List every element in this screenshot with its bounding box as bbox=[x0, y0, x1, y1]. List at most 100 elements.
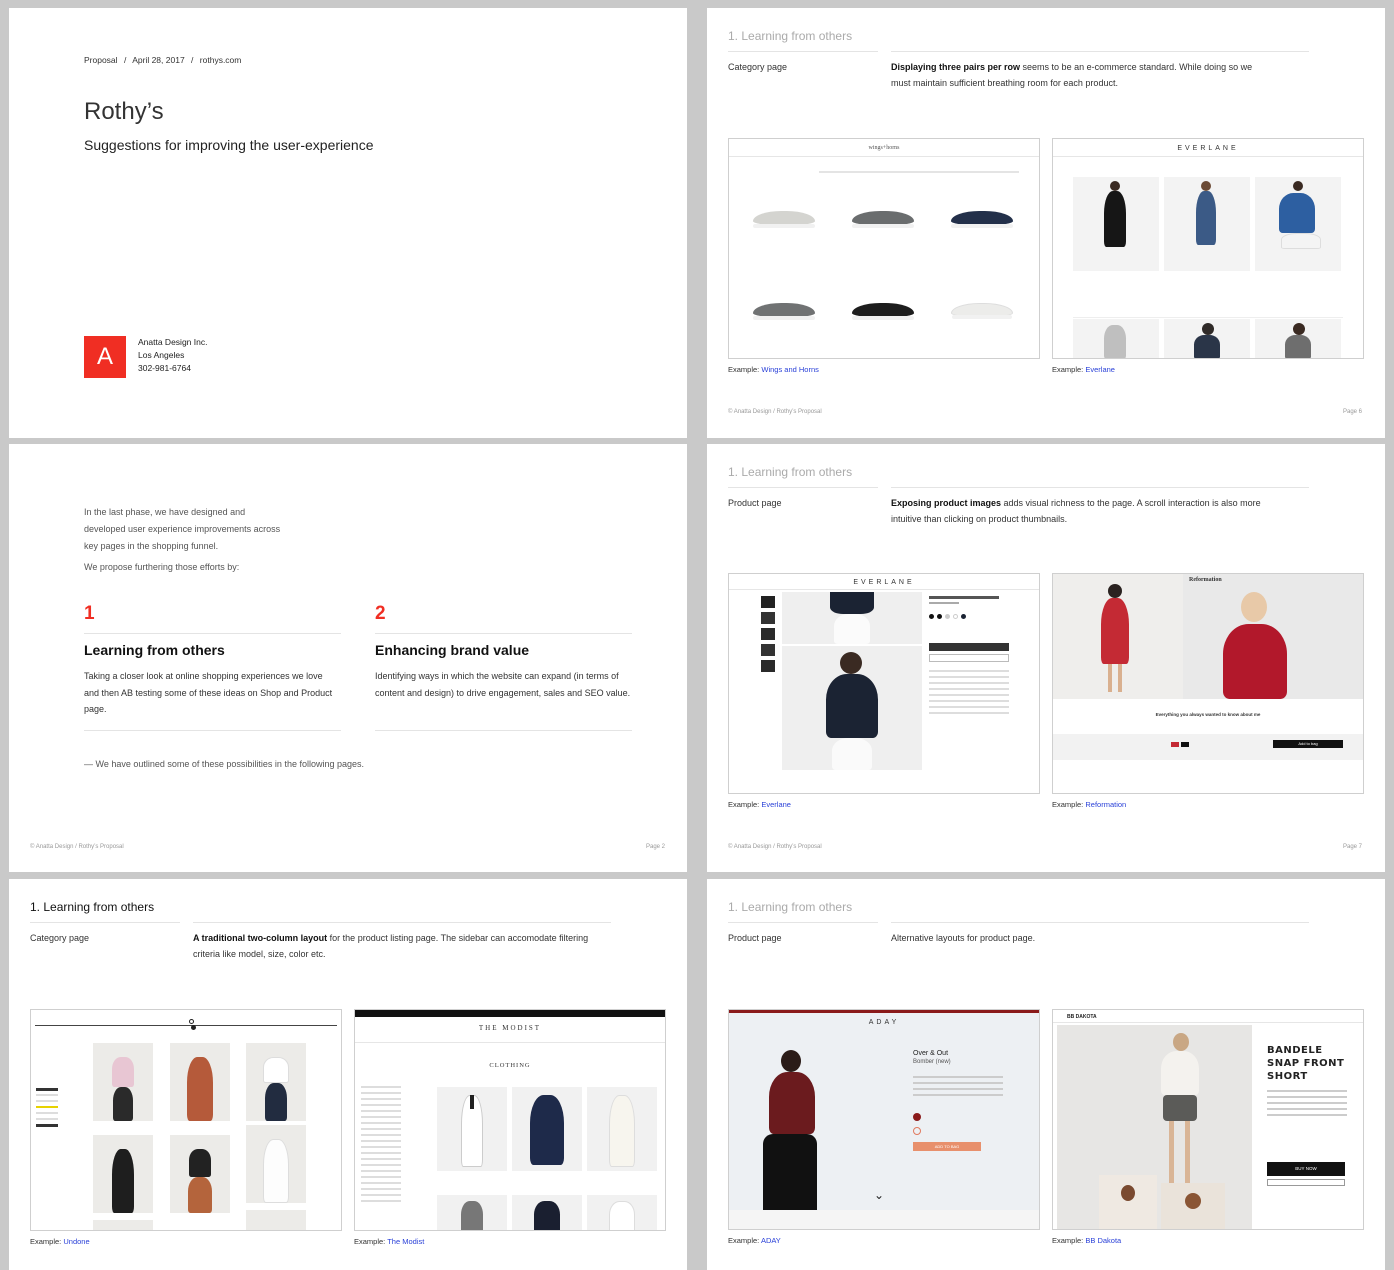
section-title: 1. Learning from others bbox=[728, 465, 853, 479]
company-phone: 302-981-6764 bbox=[138, 363, 191, 373]
page-number: Page 2 bbox=[646, 844, 666, 850]
example-link-undone[interactable]: Undone bbox=[63, 1237, 89, 1246]
company-name: Anatta Design Inc. bbox=[138, 337, 208, 347]
breadcrumb-site[interactable]: rothys.com bbox=[200, 55, 242, 65]
page-footer: © Anatta Design / Rothy’s Proposal bbox=[30, 844, 124, 850]
section-label: Category page bbox=[728, 62, 788, 72]
example-link-everlane[interactable]: Everlane bbox=[1085, 365, 1115, 374]
anatta-logo: A bbox=[84, 336, 126, 378]
item-title: Enhancing brand value bbox=[375, 642, 530, 658]
bb-dakota-logo: BB DAKOTA bbox=[1067, 1014, 1097, 1020]
product-photo bbox=[437, 1195, 507, 1230]
page-footer: © Anatta Design / Rothy’s Proposal bbox=[728, 409, 822, 415]
product-photo bbox=[1073, 319, 1159, 358]
breadcrumb-separator: / bbox=[123, 55, 127, 65]
divider bbox=[728, 51, 878, 52]
caption-prefix: Example: bbox=[728, 800, 762, 809]
example-link-modist[interactable]: The Modist bbox=[387, 1237, 424, 1246]
product-alternative-page: 1. Learning from others Product page Alt… bbox=[707, 879, 1385, 1270]
caption-prefix: Example: bbox=[728, 365, 762, 374]
promo-bar bbox=[355, 1010, 665, 1017]
item-body: Taking a closer look at online shopping … bbox=[84, 671, 333, 714]
product-photo bbox=[93, 1135, 153, 1213]
divider bbox=[30, 922, 180, 923]
bb-dakota-screenshot: BB DAKOTA BANDELE SNAP FRONT SHORT BUY N… bbox=[1052, 1009, 1364, 1230]
wings-logo: wings+horns bbox=[868, 145, 900, 151]
nav-rule bbox=[35, 1025, 337, 1026]
add-to-bag-button[interactable] bbox=[929, 643, 1009, 651]
divider bbox=[193, 922, 611, 923]
product-photo bbox=[246, 1043, 306, 1121]
company-info: Anatta Design Inc. Los Angeles 302-981-6… bbox=[138, 336, 207, 375]
product-photo bbox=[1073, 177, 1159, 271]
everlane-logo: EVERLANE bbox=[853, 579, 915, 586]
product-name: Over & Out bbox=[913, 1050, 949, 1057]
example-link-reformation[interactable]: Reformation bbox=[1085, 800, 1126, 809]
wishlist-button[interactable] bbox=[929, 654, 1009, 662]
section-title: 1. Learning from others bbox=[728, 29, 853, 43]
product-photo bbox=[1164, 177, 1250, 271]
example-caption: Example: ADAY bbox=[728, 1236, 781, 1245]
product-photo bbox=[170, 1043, 230, 1121]
product-photo bbox=[246, 1210, 306, 1230]
example-link-bb-dakota[interactable]: BB Dakota bbox=[1085, 1236, 1121, 1245]
divider bbox=[84, 730, 341, 731]
find-in-store-button[interactable] bbox=[1267, 1179, 1345, 1186]
product-photo bbox=[512, 1087, 582, 1171]
section-body: Alternative layouts for product page. bbox=[891, 933, 1036, 943]
product-photo bbox=[93, 1220, 153, 1230]
product-photo bbox=[782, 592, 922, 644]
everlane-category-screenshot: EVERLANE bbox=[1052, 138, 1364, 359]
product-photo bbox=[1183, 574, 1363, 699]
breadcrumb: Proposal / April 28, 2017 / rothys.com bbox=[84, 55, 241, 65]
product-subname: Bomber (new) bbox=[913, 1059, 951, 1065]
product-photo bbox=[512, 1195, 582, 1230]
divider bbox=[728, 487, 878, 488]
sneaker-image bbox=[852, 303, 914, 320]
section-label: Product page bbox=[728, 933, 782, 943]
filter-bar bbox=[819, 171, 1019, 173]
section-title: 1. Learning from others bbox=[30, 900, 155, 914]
everlane-product-screenshot: EVERLANE bbox=[728, 573, 1040, 794]
divider bbox=[728, 922, 878, 923]
caption-prefix: Example: bbox=[728, 1236, 761, 1245]
color-swatch[interactable] bbox=[913, 1113, 921, 1121]
item-number: 2 bbox=[375, 603, 386, 624]
add-to-bag-button[interactable]: ADD TO BAG bbox=[913, 1142, 981, 1151]
category-two-column-page: 1. Learning from others Category page A … bbox=[9, 879, 687, 1270]
product-description bbox=[1267, 1090, 1347, 1120]
intro-paragraph: In the last phase, we have designed and … bbox=[84, 507, 281, 551]
product-images-page: 1. Learning from others Product page Exp… bbox=[707, 444, 1385, 872]
category-heading: CLOTHING bbox=[489, 1062, 531, 1069]
example-caption: Example: Undone bbox=[30, 1237, 90, 1246]
section-label: Category page bbox=[30, 933, 90, 943]
breadcrumb-proposal[interactable]: Proposal bbox=[84, 55, 118, 65]
add-to-bag-button[interactable]: Add to bag bbox=[1273, 740, 1343, 748]
aday-logo: ADAY bbox=[868, 1019, 900, 1026]
caption-prefix: Example: bbox=[30, 1237, 64, 1246]
caption-prefix: Example: bbox=[1052, 1236, 1086, 1245]
document-subtitle: Suggestions for improving the user-exper… bbox=[84, 137, 374, 153]
section-body: Exposing product images adds visual rich… bbox=[891, 495, 1271, 527]
nav-rule bbox=[729, 156, 1039, 157]
example-link-aday[interactable]: ADAY bbox=[761, 1236, 781, 1245]
example-caption: Example: Reformation bbox=[1052, 800, 1126, 809]
example-link-everlane[interactable]: Everlane bbox=[761, 800, 791, 809]
divider bbox=[891, 51, 1309, 52]
intro-page: In the last phase, we have designed and … bbox=[9, 444, 687, 872]
reformation-logo: Reformation bbox=[1189, 577, 1222, 583]
page-number: Page 6 bbox=[1343, 409, 1363, 415]
size-selector[interactable] bbox=[913, 1127, 921, 1135]
sidebar-filters bbox=[361, 1086, 401, 1206]
sneaker-image bbox=[753, 303, 815, 320]
thumbnail-strip[interactable] bbox=[761, 596, 775, 676]
scroll-down-icon[interactable]: ⌄ bbox=[874, 1188, 884, 1202]
nav-rule bbox=[355, 1042, 665, 1043]
promo-bar bbox=[729, 1010, 1039, 1013]
buy-now-button[interactable]: BUY NOW bbox=[1267, 1162, 1345, 1176]
example-link-wings-horns[interactable]: Wings and Horns bbox=[761, 365, 819, 374]
product-details bbox=[929, 596, 1009, 718]
modist-logo: THE MODIST bbox=[478, 1024, 542, 1032]
section-body-bold: A traditional two-column layout bbox=[193, 933, 328, 943]
example-caption: Example: Everlane bbox=[728, 800, 791, 809]
